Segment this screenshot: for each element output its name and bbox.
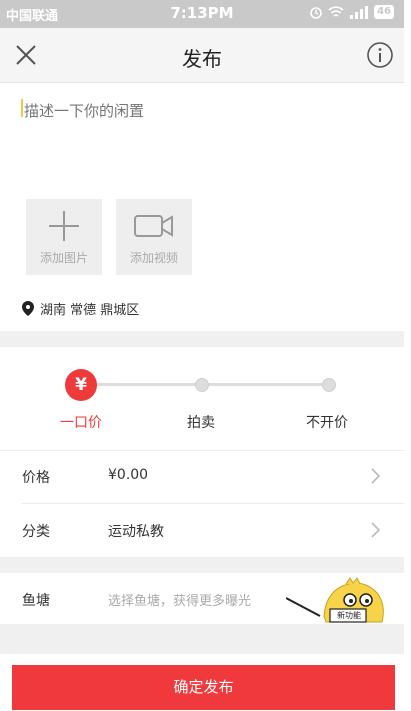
price-mode-no-price[interactable]: 不开价: [287, 412, 367, 432]
confirm-publish-button[interactable]: 确定发布: [12, 665, 395, 710]
section-divider: [0, 557, 404, 573]
price-row[interactable]: 价格 ¥0.00: [0, 450, 404, 502]
category-row[interactable]: 分类 运动私教: [0, 504, 404, 556]
plus-icon: [49, 211, 79, 241]
new-feature-badge: 新功能: [337, 611, 361, 620]
location-text: 湖南 常德 鼎城区: [40, 303, 140, 318]
add-video-label: 添加视频: [129, 251, 178, 265]
description-input[interactable]: [22, 96, 384, 126]
location[interactable]: 湖南 常德 鼎城区: [22, 299, 139, 318]
info-icon[interactable]: [366, 41, 394, 69]
add-video-button[interactable]: 添加视频: [116, 199, 192, 275]
price-mode-knob-auction[interactable]: [195, 378, 209, 392]
status-icons: 46: [309, 5, 394, 19]
chevron-right-icon: [371, 468, 380, 484]
chevron-right-icon: [371, 522, 380, 538]
price-mode-knob-no-price[interactable]: [322, 378, 336, 392]
add-image-label: 添加图片: [39, 251, 88, 265]
price-mode-knob-fixed[interactable]: ¥: [65, 369, 97, 401]
category-value: 运动私教: [108, 524, 164, 540]
wifi-icon: [328, 5, 344, 17]
page-title: 发布: [182, 47, 222, 71]
alarm-icon: [310, 7, 322, 19]
signal-icon: [350, 5, 369, 19]
battery-indicator: 46: [374, 5, 394, 19]
video-camera-icon: [134, 215, 173, 237]
price-value: ¥0.00: [108, 467, 149, 483]
add-image-button[interactable]: 添加图片: [26, 199, 102, 275]
pond-placeholder: 选择鱼塘，获得更多曝光: [108, 594, 252, 609]
section-divider: [0, 624, 404, 654]
price-label: 价格: [22, 470, 50, 486]
location-pin-icon: [22, 301, 34, 316]
section-divider: [0, 331, 404, 347]
category-label: 分类: [22, 524, 50, 540]
status-bar: 中国联通 7:13PM 46: [0, 0, 404, 28]
row-divider: [0, 450, 404, 451]
price-mode-fixed[interactable]: 一口价: [41, 412, 121, 432]
app-header: 发布: [0, 28, 404, 83]
price-mode-auction[interactable]: 拍卖: [161, 412, 241, 432]
pond-label: 鱼塘: [22, 593, 50, 609]
